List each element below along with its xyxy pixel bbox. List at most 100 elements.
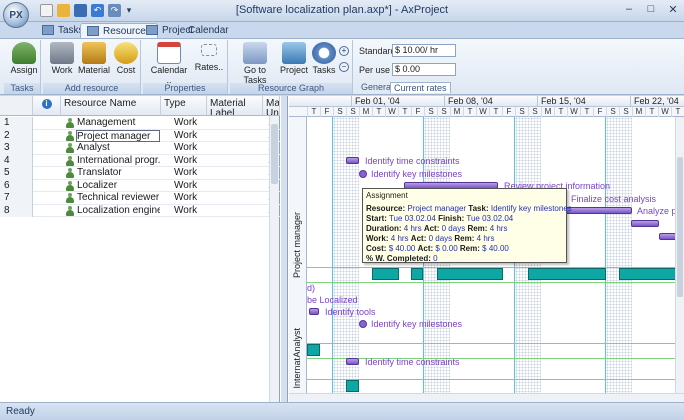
app-menu-button[interactable]: PX [3, 2, 29, 28]
zoom-in-icon[interactable]: + [339, 46, 349, 56]
assign-button[interactable]: Assign [10, 42, 38, 75]
project-graph-label: Project [279, 65, 308, 75]
tasks-group-label: Tasks [4, 83, 40, 94]
tooltip-percent-label: % W. Completed: [366, 254, 431, 263]
grid-scroll-thumb[interactable] [271, 124, 278, 184]
table-row[interactable]: 7 Technical reviewer Work 10 [0, 192, 280, 205]
tooltip-resource-label: Resource: [366, 204, 406, 213]
date-marker-line [332, 117, 333, 402]
calendar-icon [157, 42, 181, 64]
tooltip-finish-label: Finish: [438, 214, 465, 223]
day-label: W [385, 107, 398, 117]
calendar-label: Calendar .. [150, 65, 188, 85]
add-resource-group: Work Material Cost Add resource [43, 40, 141, 94]
row-number: 3 [0, 142, 33, 155]
max-units-header[interactable]: Max. Units [263, 96, 280, 116]
resource-name[interactable]: Translator [77, 167, 160, 180]
standard-rate-input[interactable]: $ 10.00/ hr [392, 44, 456, 57]
milestone-marker[interactable] [359, 170, 367, 178]
resource-type[interactable]: Work [174, 155, 208, 168]
section-label: Analyst [292, 328, 302, 358]
resource-name[interactable]: Localization engineer [77, 205, 160, 218]
app-logo-text: PX [9, 9, 23, 21]
status-bar: Ready [0, 402, 684, 420]
usage-block [411, 268, 423, 280]
grid-vertical-scrollbar[interactable] [269, 116, 279, 402]
assign-icon [12, 42, 36, 64]
task-bar[interactable] [309, 308, 319, 315]
resource-name[interactable]: Localizer [77, 180, 160, 193]
tooltip-cost-value: $ 40.00 [388, 244, 416, 253]
material-label-header[interactable]: Material Label [207, 96, 263, 116]
task-bar[interactable] [346, 157, 359, 164]
properties-group-label: Properties [143, 83, 227, 94]
resource-name[interactable]: Management [77, 117, 160, 130]
resource-type[interactable]: Work [174, 117, 208, 130]
add-material-button[interactable]: Material [77, 42, 111, 75]
resource-name-header[interactable]: Resource Name [61, 96, 161, 116]
table-row[interactable]: 1 Management Work 10 [0, 117, 280, 130]
table-row[interactable]: 5 Translator Work 10 [0, 167, 280, 180]
add-cost-button[interactable]: Cost [113, 42, 139, 75]
status-text: Ready [6, 406, 35, 417]
resource-name[interactable]: Analyst [77, 142, 160, 155]
properties-group: Calendar .. Rates.. Properties [143, 40, 228, 94]
task-label: d) [307, 283, 316, 293]
resource-type[interactable]: Work [174, 167, 208, 180]
table-row[interactable]: 4 International progr... Work 10 [0, 154, 280, 168]
day-label: S [515, 107, 528, 117]
task-bar[interactable] [346, 358, 359, 365]
resource-name[interactable]: Project manager [76, 129, 160, 142]
calendar-button[interactable]: Calendar .. [147, 42, 191, 85]
person-icon [66, 168, 74, 178]
go-to-tasks-button[interactable]: Go to Tasks [234, 42, 276, 85]
chart-horizontal-scrollbar[interactable] [289, 393, 684, 402]
day-label: T [398, 107, 411, 117]
milestone-marker[interactable] [359, 320, 367, 328]
row-number: 6 [0, 179, 33, 192]
task-bar[interactable] [631, 220, 659, 227]
work-label: Work [51, 65, 73, 75]
material-resource-icon [82, 42, 106, 64]
resource-type[interactable]: Work [174, 205, 208, 218]
rates-button[interactable]: Rates.. [193, 44, 225, 72]
chart-scroll-thumb[interactable] [677, 157, 683, 297]
task-label: Identify key milestones [371, 169, 463, 179]
resource-name[interactable]: International progr... [77, 155, 160, 168]
capacity-line [307, 343, 684, 344]
assign-label: Assign [10, 65, 38, 75]
resource-type[interactable]: Work [174, 142, 208, 155]
table-row[interactable]: 6 Localizer Work 10 [0, 179, 280, 193]
resource-type[interactable]: Work [174, 192, 208, 205]
chart-vertical-scrollbar[interactable] [675, 117, 684, 393]
resource-name[interactable]: Technical reviewer [77, 192, 160, 205]
resource-type[interactable]: Work [174, 180, 208, 193]
resource-graph-group-label: Resource Graph [230, 83, 352, 94]
table-row[interactable]: 2 Project manager Work 10 [0, 129, 280, 143]
task-bar[interactable] [565, 207, 632, 214]
pane-splitter[interactable] [281, 96, 288, 402]
task-label: Identify time constraints [365, 156, 460, 166]
type-header[interactable]: Type [161, 96, 207, 116]
tab-calendar[interactable]: Calendar [180, 23, 235, 38]
zoom-out-icon[interactable]: − [339, 62, 349, 72]
tooltip-duration-act-label: Act: [423, 224, 440, 233]
project-graph-button[interactable]: Project [279, 42, 309, 75]
add-work-button[interactable]: Work [49, 42, 75, 75]
tasks-graph-button[interactable]: Tasks [311, 42, 337, 75]
per-use-input[interactable]: $ 0.00 [392, 63, 456, 76]
section-label: Project manager [292, 211, 302, 278]
info-header[interactable]: i [33, 96, 61, 116]
row-number: 8 [0, 204, 33, 217]
table-row[interactable]: 3 Analyst Work 10 [0, 142, 280, 155]
day-label: T [671, 107, 684, 117]
cost-resource-icon [114, 42, 138, 64]
minimize-button[interactable]: – [622, 3, 636, 16]
table-row[interactable]: 8 Localization engineer Work 10 [0, 204, 280, 218]
close-button[interactable]: ✕ [666, 3, 680, 16]
rates-tab-current[interactable]: Current rates [390, 82, 451, 93]
maximize-button[interactable]: □ [644, 3, 658, 16]
tooltip-start-label: Start: [366, 214, 387, 223]
person-icon [66, 155, 74, 166]
resource-type[interactable]: Work [174, 130, 208, 143]
